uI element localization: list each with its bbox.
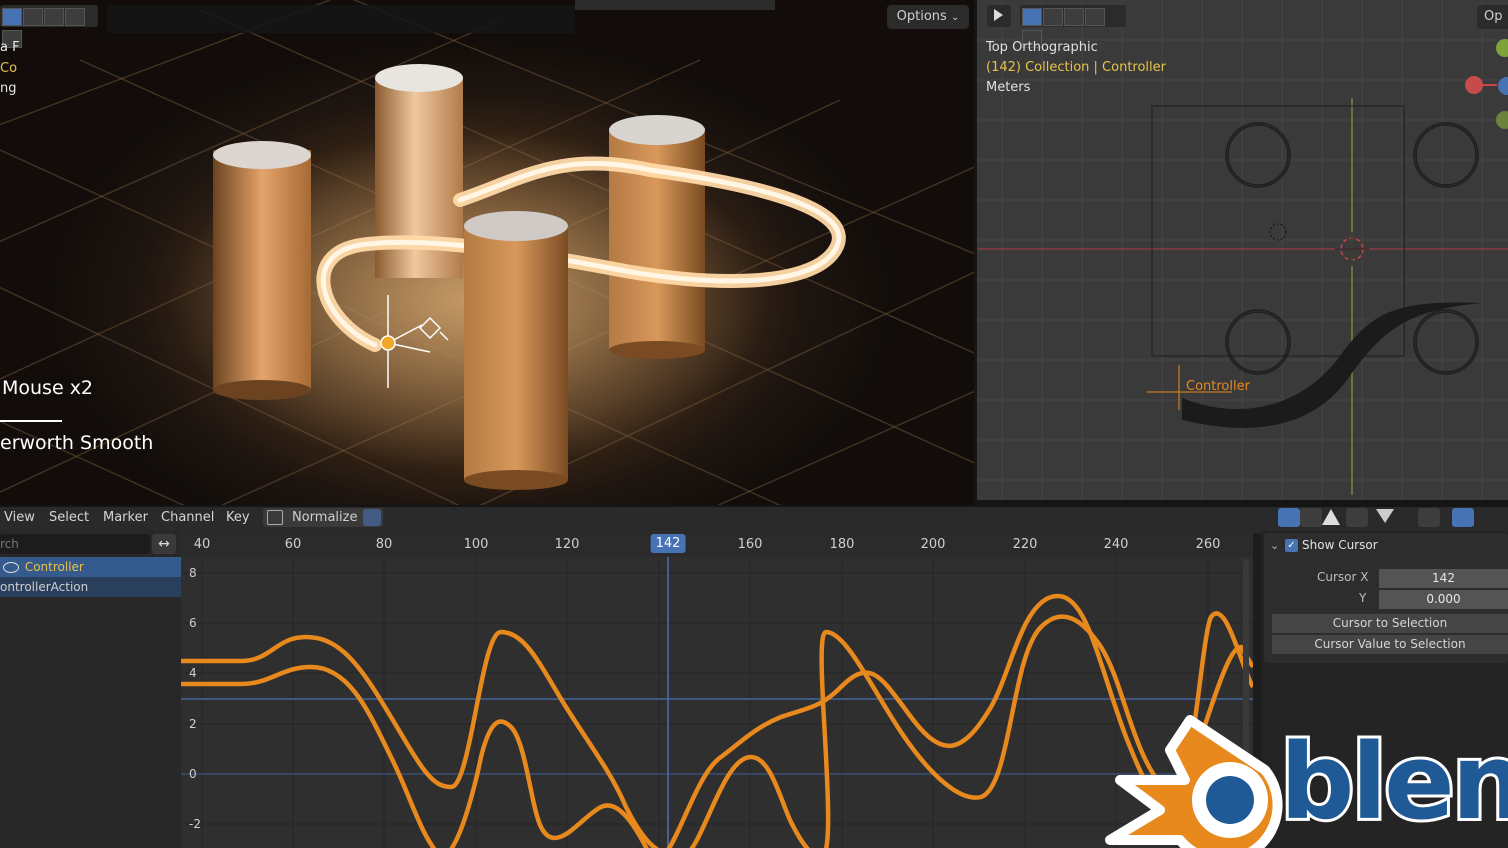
value-tick: 6 bbox=[189, 616, 197, 630]
cursor-to-selection-button[interactable]: Cursor to Selection bbox=[1272, 614, 1508, 633]
object-name-label: Controller bbox=[1186, 379, 1250, 394]
channel-label: ontrollerAction bbox=[0, 580, 89, 594]
select-new-icon[interactable] bbox=[1022, 8, 1042, 26]
frame-tick: 40 bbox=[193, 537, 211, 552]
select-new-icon[interactable] bbox=[2, 8, 22, 26]
normalize-icon bbox=[267, 510, 283, 525]
options-label: Options bbox=[896, 9, 947, 24]
3d-viewport[interactable]: Options ⌄ a F Co ng Mouse x2 erworth Smo… bbox=[0, 0, 974, 505]
show-hidden-icon[interactable] bbox=[1300, 508, 1322, 527]
select-extend-icon[interactable] bbox=[1043, 8, 1063, 26]
blender-logo-text: blenc bbox=[1277, 719, 1508, 845]
select-subtract-icon[interactable] bbox=[1064, 8, 1084, 26]
normalize-label: Normalize bbox=[292, 510, 358, 525]
cylinder-left bbox=[213, 141, 311, 400]
frame-tick: 160 bbox=[737, 537, 763, 552]
channel-search-input[interactable]: rch bbox=[0, 534, 150, 554]
info-line-2: Co bbox=[0, 61, 18, 76]
options-dropdown-right[interactable]: Op bbox=[1477, 5, 1508, 29]
menu-marker[interactable]: Marker bbox=[103, 510, 148, 525]
info-line-1: a F bbox=[0, 40, 20, 55]
select-mode-buttons-right[interactable] bbox=[1020, 5, 1126, 48]
menu-key[interactable]: Key bbox=[226, 510, 250, 525]
select-mode-buttons[interactable] bbox=[0, 5, 98, 48]
tool-select-button[interactable] bbox=[987, 5, 1011, 27]
eye-icon[interactable] bbox=[3, 562, 19, 573]
cylinder-right bbox=[609, 115, 705, 359]
select-extend-icon[interactable] bbox=[23, 8, 43, 26]
cursor-y-field[interactable]: 0.000 bbox=[1379, 590, 1508, 609]
frame-tick: 60 bbox=[284, 537, 302, 552]
menu-channel[interactable]: Channel bbox=[161, 510, 214, 525]
collection-name: (142) Collection bbox=[986, 60, 1090, 75]
cursor-value-to-selection-button[interactable]: Cursor Value to Selection bbox=[1272, 635, 1508, 654]
cursor-y-label: Y bbox=[1359, 591, 1367, 605]
channel-row-action[interactable]: ontrollerAction bbox=[0, 577, 181, 597]
show-cursor-label: Show Cursor bbox=[1302, 538, 1378, 552]
current-frame-indicator[interactable]: 142 bbox=[650, 534, 686, 553]
value-tick: 8 bbox=[189, 566, 197, 580]
value-tick: 2 bbox=[189, 717, 197, 731]
chevron-down-icon[interactable]: ⌄ bbox=[1270, 539, 1279, 552]
pivot-icon[interactable] bbox=[1418, 508, 1440, 527]
screencast-divider bbox=[0, 420, 62, 422]
only-selected-icon[interactable] bbox=[1278, 508, 1300, 527]
select-invert-icon[interactable] bbox=[1085, 8, 1105, 26]
frame-tick: 200 bbox=[920, 537, 946, 552]
top-ortho-viewport[interactable]: Op Top Orthographic (142) Collection | C… bbox=[977, 0, 1508, 500]
info-separator: | bbox=[1089, 60, 1103, 75]
warning-icon[interactable] bbox=[1322, 509, 1340, 525]
value-tick: 4 bbox=[189, 666, 197, 680]
header-tab-strip bbox=[575, 0, 775, 10]
chevron-down-icon: ⌄ bbox=[950, 12, 960, 23]
view-name: Top Orthographic bbox=[986, 40, 1098, 55]
swap-arrows-icon[interactable]: ↔ bbox=[152, 534, 176, 554]
screencast-key-1: Mouse x2 bbox=[2, 377, 94, 399]
menu-view[interactable]: View bbox=[4, 510, 35, 525]
blender-logo-icon bbox=[1105, 715, 1283, 848]
info-line-3: ng bbox=[0, 81, 17, 96]
options-dropdown[interactable]: Options ⌄ bbox=[887, 5, 969, 29]
cursor-arrow-icon bbox=[994, 9, 1003, 21]
units-label: Meters bbox=[986, 80, 1031, 95]
cursor-x-label: Cursor X bbox=[1317, 570, 1369, 584]
select-subtract-icon[interactable] bbox=[44, 8, 64, 26]
frame-tick: 100 bbox=[463, 537, 489, 552]
value-tick: 0 bbox=[189, 767, 197, 781]
blender-logo: blenc bbox=[1090, 700, 1508, 848]
cylinder-front bbox=[464, 211, 568, 490]
snap-icon[interactable] bbox=[1452, 508, 1474, 527]
channel-row-object[interactable]: Controller bbox=[0, 557, 181, 577]
ortho-scene bbox=[977, 0, 1508, 500]
channel-label: Controller bbox=[24, 560, 84, 574]
filter-icon[interactable] bbox=[1376, 509, 1394, 523]
refresh-icon[interactable] bbox=[363, 509, 381, 526]
scene-render bbox=[0, 0, 974, 505]
value-tick: -2 bbox=[189, 817, 201, 831]
cursor-x-field[interactable]: 142 bbox=[1379, 569, 1508, 588]
menu-select[interactable]: Select bbox=[49, 510, 89, 525]
show-cursor-checkbox[interactable]: ✓ bbox=[1285, 539, 1298, 552]
frame-tick: 240 bbox=[1103, 537, 1129, 552]
header-strip bbox=[107, 5, 575, 33]
screencast-key-2: erworth Smooth bbox=[0, 432, 154, 454]
view-selected-icon[interactable] bbox=[1346, 508, 1368, 527]
select-invert-icon[interactable] bbox=[65, 8, 85, 26]
active-collection-info: (142) Collection | Controller bbox=[986, 60, 1166, 75]
active-object-name: Controller bbox=[1102, 60, 1166, 75]
frame-tick: 180 bbox=[829, 537, 855, 552]
frame-tick: 220 bbox=[1012, 537, 1038, 552]
frame-tick: 80 bbox=[375, 537, 393, 552]
frame-ruler[interactable]: 40 60 80 100 120 160 180 200 220 240 260… bbox=[181, 531, 1253, 557]
frame-tick: 120 bbox=[554, 537, 580, 552]
frame-tick: 260 bbox=[1195, 537, 1221, 552]
